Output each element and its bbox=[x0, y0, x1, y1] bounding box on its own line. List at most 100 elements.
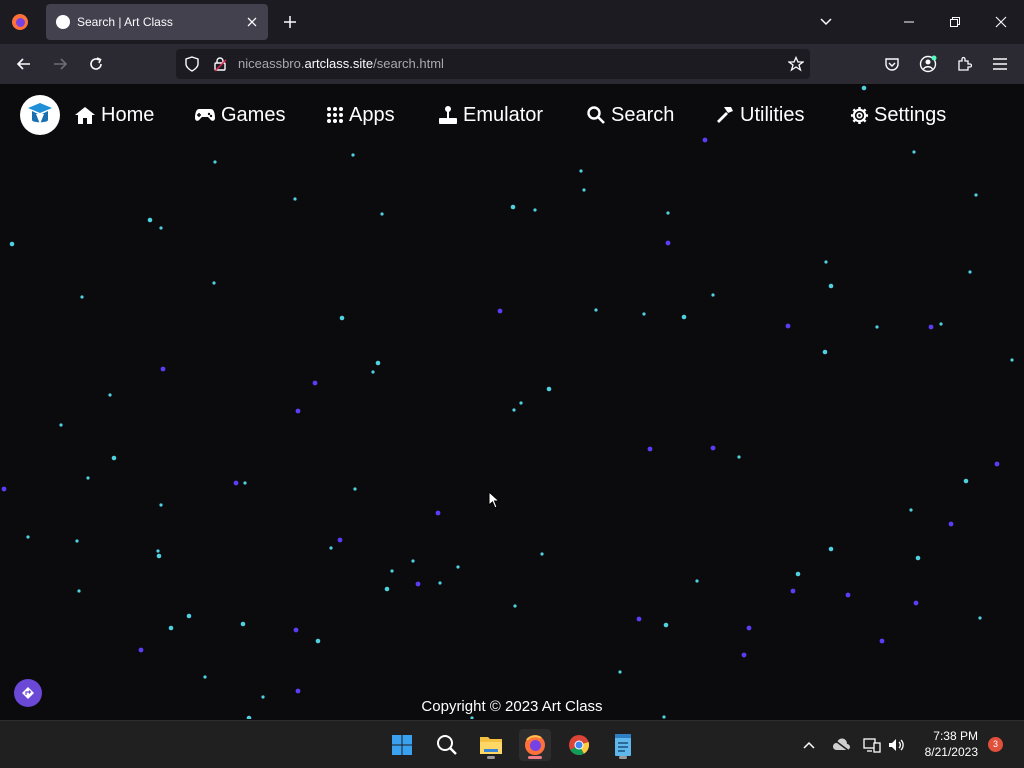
new-tab-plus-icon[interactable] bbox=[278, 10, 302, 34]
search-icon bbox=[587, 106, 605, 124]
star-dot bbox=[824, 260, 828, 264]
star-dot bbox=[456, 565, 460, 569]
star-dot bbox=[295, 688, 301, 694]
star-dot bbox=[75, 539, 79, 543]
star-dot bbox=[711, 293, 715, 297]
menu-hamburger-icon[interactable] bbox=[988, 52, 1012, 76]
address-bar[interactable]: niceassbro.artclass.site/search.html bbox=[176, 49, 810, 79]
gamepad-icon bbox=[195, 109, 215, 121]
star-dot bbox=[147, 217, 153, 223]
star-dot bbox=[861, 85, 867, 91]
windows-start-icon[interactable] bbox=[386, 729, 418, 761]
pocket-icon[interactable] bbox=[880, 52, 904, 76]
star-dot bbox=[156, 553, 162, 559]
tab-title: Search | Art Class bbox=[77, 15, 173, 29]
star-dot bbox=[741, 652, 747, 658]
grid-icon bbox=[327, 107, 343, 123]
star-dot bbox=[411, 559, 415, 563]
nav-utilities[interactable]: Utilities bbox=[715, 102, 804, 128]
star-dot bbox=[915, 555, 921, 561]
notepad-icon[interactable] bbox=[607, 729, 639, 761]
volume-speaker-icon[interactable] bbox=[886, 735, 906, 755]
star-dot bbox=[618, 670, 622, 674]
nav-search[interactable]: Search bbox=[586, 102, 674, 128]
notification-count-badge[interactable]: 3 bbox=[988, 737, 1003, 752]
star-dot bbox=[1010, 358, 1014, 362]
list-all-tabs-chevron-icon[interactable] bbox=[811, 8, 841, 36]
notepad-running-indicator bbox=[619, 756, 627, 759]
nav-emulator-label: Emulator bbox=[463, 103, 544, 126]
art-class-logo[interactable] bbox=[20, 95, 60, 135]
back-arrow-icon[interactable] bbox=[12, 52, 36, 76]
tracking-shield-icon[interactable] bbox=[180, 52, 204, 76]
nav-games[interactable]: Games bbox=[194, 102, 285, 128]
star-dot bbox=[913, 600, 919, 606]
reload-icon[interactable] bbox=[84, 52, 108, 76]
star-dot bbox=[663, 622, 669, 628]
star-dot bbox=[339, 315, 345, 321]
star-dot bbox=[822, 349, 828, 355]
star-dot bbox=[203, 675, 207, 679]
star-dot bbox=[994, 461, 1000, 467]
network-icon[interactable] bbox=[862, 735, 882, 755]
nav-search-label: Search bbox=[611, 103, 675, 126]
star-dot bbox=[909, 508, 913, 512]
star-dot bbox=[533, 208, 537, 212]
star-dot bbox=[875, 325, 879, 329]
star-dot bbox=[666, 211, 670, 215]
star-dot bbox=[415, 581, 421, 587]
extensions-puzzle-icon[interactable] bbox=[952, 52, 976, 76]
copyright-footer: Copyright © 2023 Art Class bbox=[421, 698, 603, 715]
firefox-icon[interactable] bbox=[8, 10, 32, 34]
browser-tab-active[interactable]: Search | Art Class bbox=[46, 4, 268, 40]
url-path: /search.html bbox=[373, 56, 444, 71]
nav-games-label: Games bbox=[221, 103, 286, 126]
nav-settings[interactable]: Settings bbox=[850, 102, 946, 128]
star-dot bbox=[9, 241, 15, 247]
restore-icon[interactable] bbox=[940, 8, 970, 36]
star-dot bbox=[948, 521, 954, 527]
star-dot bbox=[785, 323, 791, 329]
star-dot bbox=[662, 715, 666, 719]
star-dot bbox=[582, 188, 586, 192]
star-dot bbox=[470, 716, 474, 719]
star-dot bbox=[246, 715, 252, 719]
star-dot bbox=[702, 137, 708, 143]
joystick-icon bbox=[439, 106, 457, 124]
url-subdomain: niceassbro. bbox=[238, 56, 305, 71]
lock-icon[interactable] bbox=[208, 52, 232, 76]
star-dot bbox=[240, 621, 246, 627]
star-dot bbox=[384, 586, 390, 592]
taskbar-clock[interactable]: 7:38 PM 8/21/2023 bbox=[918, 728, 978, 760]
account-icon[interactable] bbox=[916, 52, 940, 76]
show-hidden-icons-chevron-icon[interactable] bbox=[799, 735, 819, 755]
bookmark-star-icon[interactable] bbox=[784, 52, 808, 76]
nav-apps[interactable]: Apps bbox=[326, 102, 395, 128]
chrome-icon[interactable] bbox=[563, 729, 595, 761]
onedrive-cloud-icon[interactable] bbox=[831, 735, 851, 755]
star-dot bbox=[293, 197, 297, 201]
star-dot bbox=[974, 193, 978, 197]
star-dot bbox=[968, 270, 972, 274]
minimize-icon[interactable] bbox=[894, 8, 924, 36]
star-dot bbox=[111, 455, 117, 461]
forward-arrow-icon[interactable] bbox=[48, 52, 72, 76]
star-dot bbox=[351, 153, 355, 157]
nav-home[interactable]: Home bbox=[74, 102, 154, 128]
star-dot bbox=[540, 552, 544, 556]
star-dot bbox=[80, 295, 84, 299]
star-dot bbox=[790, 588, 796, 594]
close-tab-icon[interactable] bbox=[244, 14, 260, 30]
tab-favicon-icon bbox=[56, 15, 70, 29]
star-dot bbox=[510, 204, 516, 210]
taskbar-search-icon[interactable] bbox=[431, 729, 463, 761]
url-text: niceassbro.artclass.site/search.html bbox=[238, 56, 444, 71]
firefox-taskbar-icon[interactable] bbox=[519, 729, 551, 761]
close-window-icon[interactable] bbox=[986, 8, 1016, 36]
star-dot bbox=[978, 616, 982, 620]
nav-utilities-label: Utilities bbox=[740, 103, 805, 126]
star-dot bbox=[59, 423, 63, 427]
file-explorer-icon[interactable] bbox=[475, 729, 507, 761]
nav-emulator[interactable]: Emulator bbox=[438, 102, 543, 128]
mouse-cursor-icon bbox=[488, 490, 501, 514]
